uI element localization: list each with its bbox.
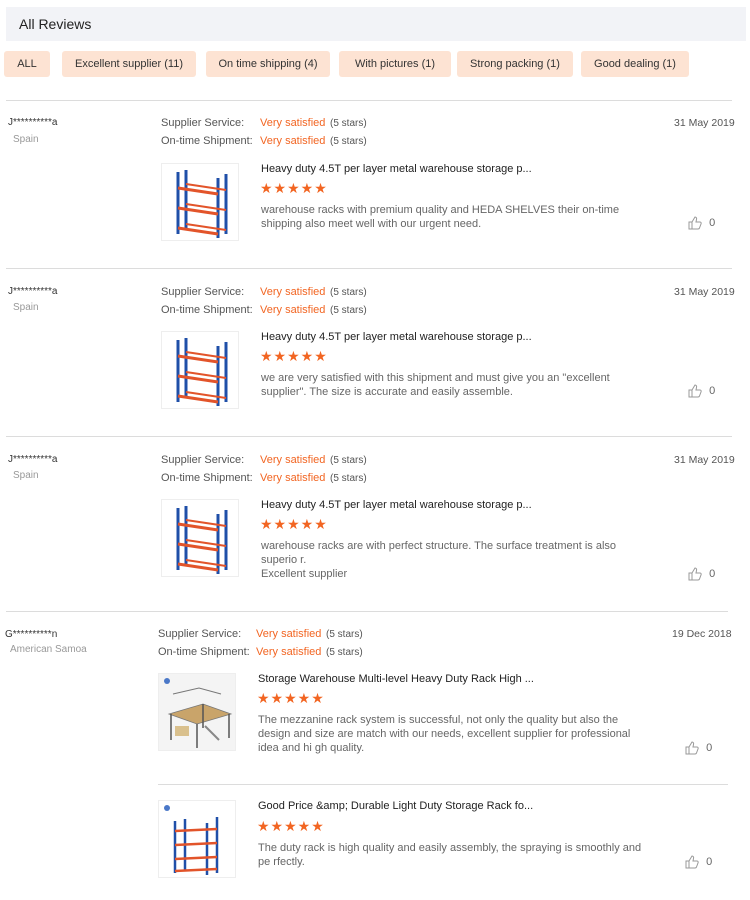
like-count: 0 <box>709 384 716 397</box>
supplier-service-stars: (5 stars) <box>330 118 367 129</box>
pallet-rack-image[interactable] <box>161 163 239 241</box>
reviewer-name: J**********a <box>8 286 58 297</box>
supplier-service-stars: (5 stars) <box>326 629 363 640</box>
like-count: 0 <box>709 216 716 229</box>
ontime-shipment-label: On-time Shipment: <box>161 135 253 147</box>
review-text: warehouse racks are with perfect structu… <box>261 540 617 566</box>
thumbs-up-icon <box>688 384 702 398</box>
ontime-shipment-stars: (5 stars) <box>330 305 367 316</box>
divider <box>6 100 732 101</box>
product-rating-stars: ★★★★★ <box>260 348 328 364</box>
pallet-rack-image[interactable] <box>161 499 239 577</box>
product-title[interactable]: Storage Warehouse Multi-level Heavy Duty… <box>258 673 534 685</box>
like-button[interactable]: 0 <box>685 741 712 755</box>
supplier-service-value: Very satisfied <box>260 117 326 129</box>
product-title[interactable]: Heavy duty 4.5T per layer metal warehous… <box>261 331 532 343</box>
supplier-service-label: Supplier Service: <box>158 628 242 640</box>
supplier-service-label: Supplier Service: <box>161 454 245 466</box>
supplier-service-label: Supplier Service: <box>161 286 245 298</box>
product-rating-stars: ★★★★★ <box>257 818 325 834</box>
filter-with-pictures[interactable]: With pictures (1) <box>339 51 451 77</box>
like-count: 0 <box>706 855 713 868</box>
mezzanine-rack-image[interactable] <box>158 673 236 751</box>
like-button[interactable]: 0 <box>685 855 712 869</box>
reviewer-country: American Samoa <box>10 644 87 655</box>
thumbs-up-icon <box>685 855 699 869</box>
ontime-shipment-stars: (5 stars) <box>330 136 367 147</box>
review-text: we are very satisfied with this shipment… <box>261 372 610 398</box>
supplier-service-value: Very satisfied <box>256 628 322 640</box>
reviewer-country: Spain <box>13 134 39 145</box>
ontime-shipment-value: Very satisfied <box>260 472 326 484</box>
review-text: The duty rack is high quality and easily… <box>258 842 642 868</box>
thumbs-up-icon <box>688 216 702 230</box>
supplier-service-label: Supplier Service: <box>161 117 245 129</box>
supplier-service-value: Very satisfied <box>260 454 326 466</box>
reviewer-name: J**********a <box>8 454 58 465</box>
filter-good-dealing[interactable]: Good dealing (1) <box>581 51 689 77</box>
product-title[interactable]: Heavy duty 4.5T per layer metal warehous… <box>261 163 532 175</box>
thumbs-up-icon <box>688 567 702 581</box>
light-duty-rack-image[interactable] <box>158 800 236 878</box>
pallet-rack-image[interactable] <box>161 331 239 409</box>
supplier-service-value: Very satisfied <box>260 286 326 298</box>
like-count: 0 <box>706 741 713 754</box>
ontime-shipment-label: On-time Shipment: <box>161 304 253 316</box>
review-text: The mezzanine rack system is successful,… <box>258 714 631 754</box>
thumbs-up-icon <box>685 741 699 755</box>
filter-on-time-shipping[interactable]: On time shipping (4) <box>206 51 330 77</box>
product-title[interactable]: Heavy duty 4.5T per layer metal warehous… <box>261 499 532 511</box>
reviewer-name: G**********n <box>5 629 58 640</box>
filter-all[interactable]: ALL <box>4 51 50 77</box>
product-rating-stars: ★★★★★ <box>260 516 328 532</box>
divider <box>6 436 732 437</box>
ontime-shipment-value: Very satisfied <box>260 135 326 147</box>
product-rating-stars: ★★★★★ <box>260 180 328 196</box>
review-date: 31 May 2019 <box>674 454 735 466</box>
reviewer-name: J**********a <box>8 117 58 128</box>
review-date: 19 Dec 2018 <box>672 628 732 640</box>
filter-excellent-supplier[interactable]: Excellent supplier (11) <box>62 51 196 77</box>
divider <box>6 611 728 612</box>
review-date: 31 May 2019 <box>674 286 735 298</box>
product-rating-stars: ★★★★★ <box>257 690 325 706</box>
ontime-shipment-stars: (5 stars) <box>330 473 367 484</box>
like-count: 0 <box>709 567 716 580</box>
ontime-shipment-stars: (5 stars) <box>326 647 363 658</box>
ontime-shipment-value: Very satisfied <box>256 646 322 658</box>
reviewer-country: Spain <box>13 302 39 313</box>
ontime-shipment-label: On-time Shipment: <box>161 472 253 484</box>
divider <box>158 784 728 785</box>
review-text: warehouse racks with premium quality and… <box>261 204 620 230</box>
reviews-header: All Reviews <box>6 7 746 41</box>
filter-strong-packing[interactable]: Strong packing (1) <box>457 51 573 77</box>
supplier-service-stars: (5 stars) <box>330 287 367 298</box>
supplier-service-stars: (5 stars) <box>330 455 367 466</box>
review-text-extra: Excellent supplier <box>261 568 348 580</box>
like-button[interactable]: 0 <box>688 567 715 581</box>
page-title: All Reviews <box>19 16 92 32</box>
ontime-shipment-label: On-time Shipment: <box>158 646 250 658</box>
product-title[interactable]: Good Price &amp; Durable Light Duty Stor… <box>258 800 533 812</box>
reviewer-country: Spain <box>13 470 39 481</box>
like-button[interactable]: 0 <box>688 216 715 230</box>
ontime-shipment-value: Very satisfied <box>260 304 326 316</box>
like-button[interactable]: 0 <box>688 384 715 398</box>
divider <box>6 268 732 269</box>
review-date: 31 May 2019 <box>674 117 735 129</box>
